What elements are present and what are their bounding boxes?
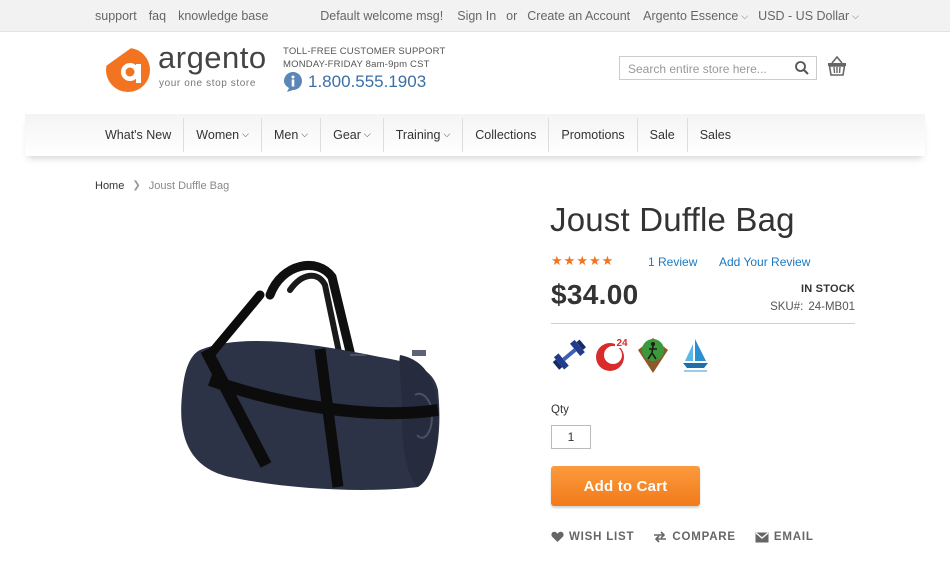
star-icon: ★ bbox=[563, 253, 576, 268]
email-label: EMAIL bbox=[773, 531, 814, 543]
chevron-down-icon: ⌵ bbox=[741, 11, 749, 21]
nav-item-label: Gear bbox=[333, 128, 361, 142]
add-to-cart-button[interactable]: Add to Cart bbox=[551, 466, 700, 506]
wish-list-button[interactable]: WISH LIST bbox=[551, 531, 634, 543]
stock-status: IN STOCK bbox=[801, 283, 855, 295]
breadcrumb-home[interactable]: Home bbox=[95, 180, 124, 192]
hiking-icon bbox=[638, 338, 668, 373]
star-icon: ★ bbox=[576, 253, 588, 268]
logo-tagline: your one stop store bbox=[159, 78, 257, 89]
currency-switcher-label: USD - US Dollar bbox=[758, 9, 850, 23]
account-links: Default welcome msg! Sign In or Create a… bbox=[320, 9, 859, 23]
chevron-down-icon: ⌵ bbox=[443, 128, 451, 139]
nav-item-label: Women bbox=[196, 128, 240, 142]
store-switcher[interactable]: Argento Essence ⌵ bbox=[643, 9, 748, 23]
divider bbox=[551, 323, 855, 324]
dumbbell-icon bbox=[552, 339, 587, 370]
qty-label: Qty bbox=[551, 404, 569, 416]
welcome-message: Default welcome msg! bbox=[320, 9, 444, 23]
chevron-down-icon: ⌵ bbox=[301, 128, 309, 139]
nav-item-label: What's New bbox=[105, 128, 172, 142]
email-button[interactable]: EMAIL bbox=[755, 531, 814, 543]
compare-icon bbox=[654, 531, 667, 543]
nav-item-label: Promotions bbox=[561, 128, 625, 142]
nav-item-collections[interactable]: Collections bbox=[463, 118, 550, 152]
product-sku: SKU#: 24-MB01 bbox=[770, 301, 855, 313]
sailing-icon bbox=[683, 339, 708, 372]
qty-input[interactable] bbox=[551, 425, 591, 449]
support-24-icon: 24 bbox=[596, 336, 629, 371]
star-icon: ★ bbox=[551, 253, 563, 268]
product-actions: WISH LIST COMPARE EMAIL bbox=[551, 531, 814, 543]
chevron-down-icon: ⌵ bbox=[363, 128, 371, 139]
customer-support: TOLL-FREE CUSTOMER SUPPORT MONDAY-FRIDAY… bbox=[283, 46, 446, 70]
search-input[interactable] bbox=[626, 58, 790, 80]
search-icon[interactable] bbox=[794, 60, 810, 76]
search-box bbox=[619, 56, 817, 80]
nav-item-label: Men bbox=[273, 128, 299, 142]
phone-number: 1.800.555.1903 bbox=[308, 72, 427, 91]
feature-badges: 24 bbox=[552, 336, 713, 374]
logo-name: argento bbox=[158, 40, 267, 75]
reviews-link[interactable]: 1 Review bbox=[648, 255, 697, 269]
nav-item-label: Collections bbox=[475, 128, 537, 142]
nav-item-sales[interactable]: Sales bbox=[688, 118, 743, 152]
product-price: $34.00 bbox=[551, 279, 639, 310]
logo-mark-icon bbox=[106, 46, 150, 92]
star-icon: ★ bbox=[601, 253, 614, 268]
support-phone: 1.800.555.1903 bbox=[283, 71, 426, 93]
add-review-link[interactable]: Add Your Review bbox=[719, 255, 810, 269]
breadcrumb: Home ❯ Joust Duffle Bag bbox=[95, 180, 229, 192]
product-title: Joust Duffle Bag bbox=[550, 201, 795, 238]
compare-label: COMPARE bbox=[672, 531, 736, 543]
sku-value: 24-MB01 bbox=[808, 301, 855, 313]
rating-stars: ★ ★ ★ ★ ★ bbox=[551, 253, 613, 269]
compare-button[interactable]: COMPARE bbox=[653, 531, 736, 543]
currency-switcher[interactable]: USD - US Dollar ⌵ bbox=[758, 9, 859, 23]
nav-item-women[interactable]: Women ⌵ bbox=[184, 118, 262, 152]
chevron-down-icon: ⌵ bbox=[242, 128, 249, 139]
cart-icon[interactable] bbox=[826, 55, 848, 77]
chevron-down-icon: ⌵ bbox=[852, 11, 859, 21]
logo[interactable]: argento your one stop store bbox=[104, 40, 266, 94]
heart-icon bbox=[551, 531, 564, 542]
info-icon bbox=[284, 72, 302, 92]
breadcrumb-current: Joust Duffle Bag bbox=[148, 180, 230, 192]
support-title: TOLL-FREE CUSTOMER SUPPORT bbox=[283, 46, 446, 57]
nav-item-promotions[interactable]: Promotions bbox=[549, 118, 638, 152]
star-icon: ★ bbox=[588, 253, 601, 268]
store-switcher-label: Argento Essence bbox=[643, 9, 739, 23]
support-hours: MONDAY-FRIDAY 8am-9pm CST bbox=[283, 59, 430, 70]
nav-item-sale[interactable]: Sale bbox=[638, 118, 688, 152]
sku-label: SKU#: bbox=[770, 301, 804, 313]
wish-list-label: WISH LIST bbox=[569, 531, 635, 543]
support-link[interactable]: support bbox=[95, 9, 137, 23]
chevron-right-icon: ❯ bbox=[132, 180, 141, 191]
top-links: support faq knowledge base bbox=[95, 9, 268, 23]
envelope-icon bbox=[755, 532, 769, 542]
top-bar: support faq knowledge base Default welco… bbox=[0, 0, 950, 32]
product-image[interactable] bbox=[170, 255, 450, 500]
knowledge-base-link[interactable]: knowledge base bbox=[178, 9, 268, 23]
nav-item-label: Sale bbox=[649, 128, 675, 142]
nav-item-whats-new[interactable]: What's New bbox=[95, 118, 185, 152]
nav-item-label: Training bbox=[395, 128, 441, 142]
or-text: or bbox=[506, 9, 518, 23]
nav-item-training[interactable]: Training ⌵ bbox=[384, 118, 464, 152]
badge-24-label: 24 bbox=[616, 338, 628, 349]
nav-item-men[interactable]: Men ⌵ bbox=[262, 118, 322, 152]
sign-in-link[interactable]: Sign In bbox=[457, 9, 496, 23]
main-navigation: What's New Women ⌵ Men ⌵ Gear ⌵ Training ⌵ C… bbox=[95, 114, 743, 156]
faq-link[interactable]: faq bbox=[149, 9, 166, 23]
nav-item-gear[interactable]: Gear ⌵ bbox=[321, 118, 384, 152]
nav-item-label: Sales bbox=[699, 128, 731, 142]
create-account-link[interactable]: Create an Account bbox=[527, 9, 630, 23]
